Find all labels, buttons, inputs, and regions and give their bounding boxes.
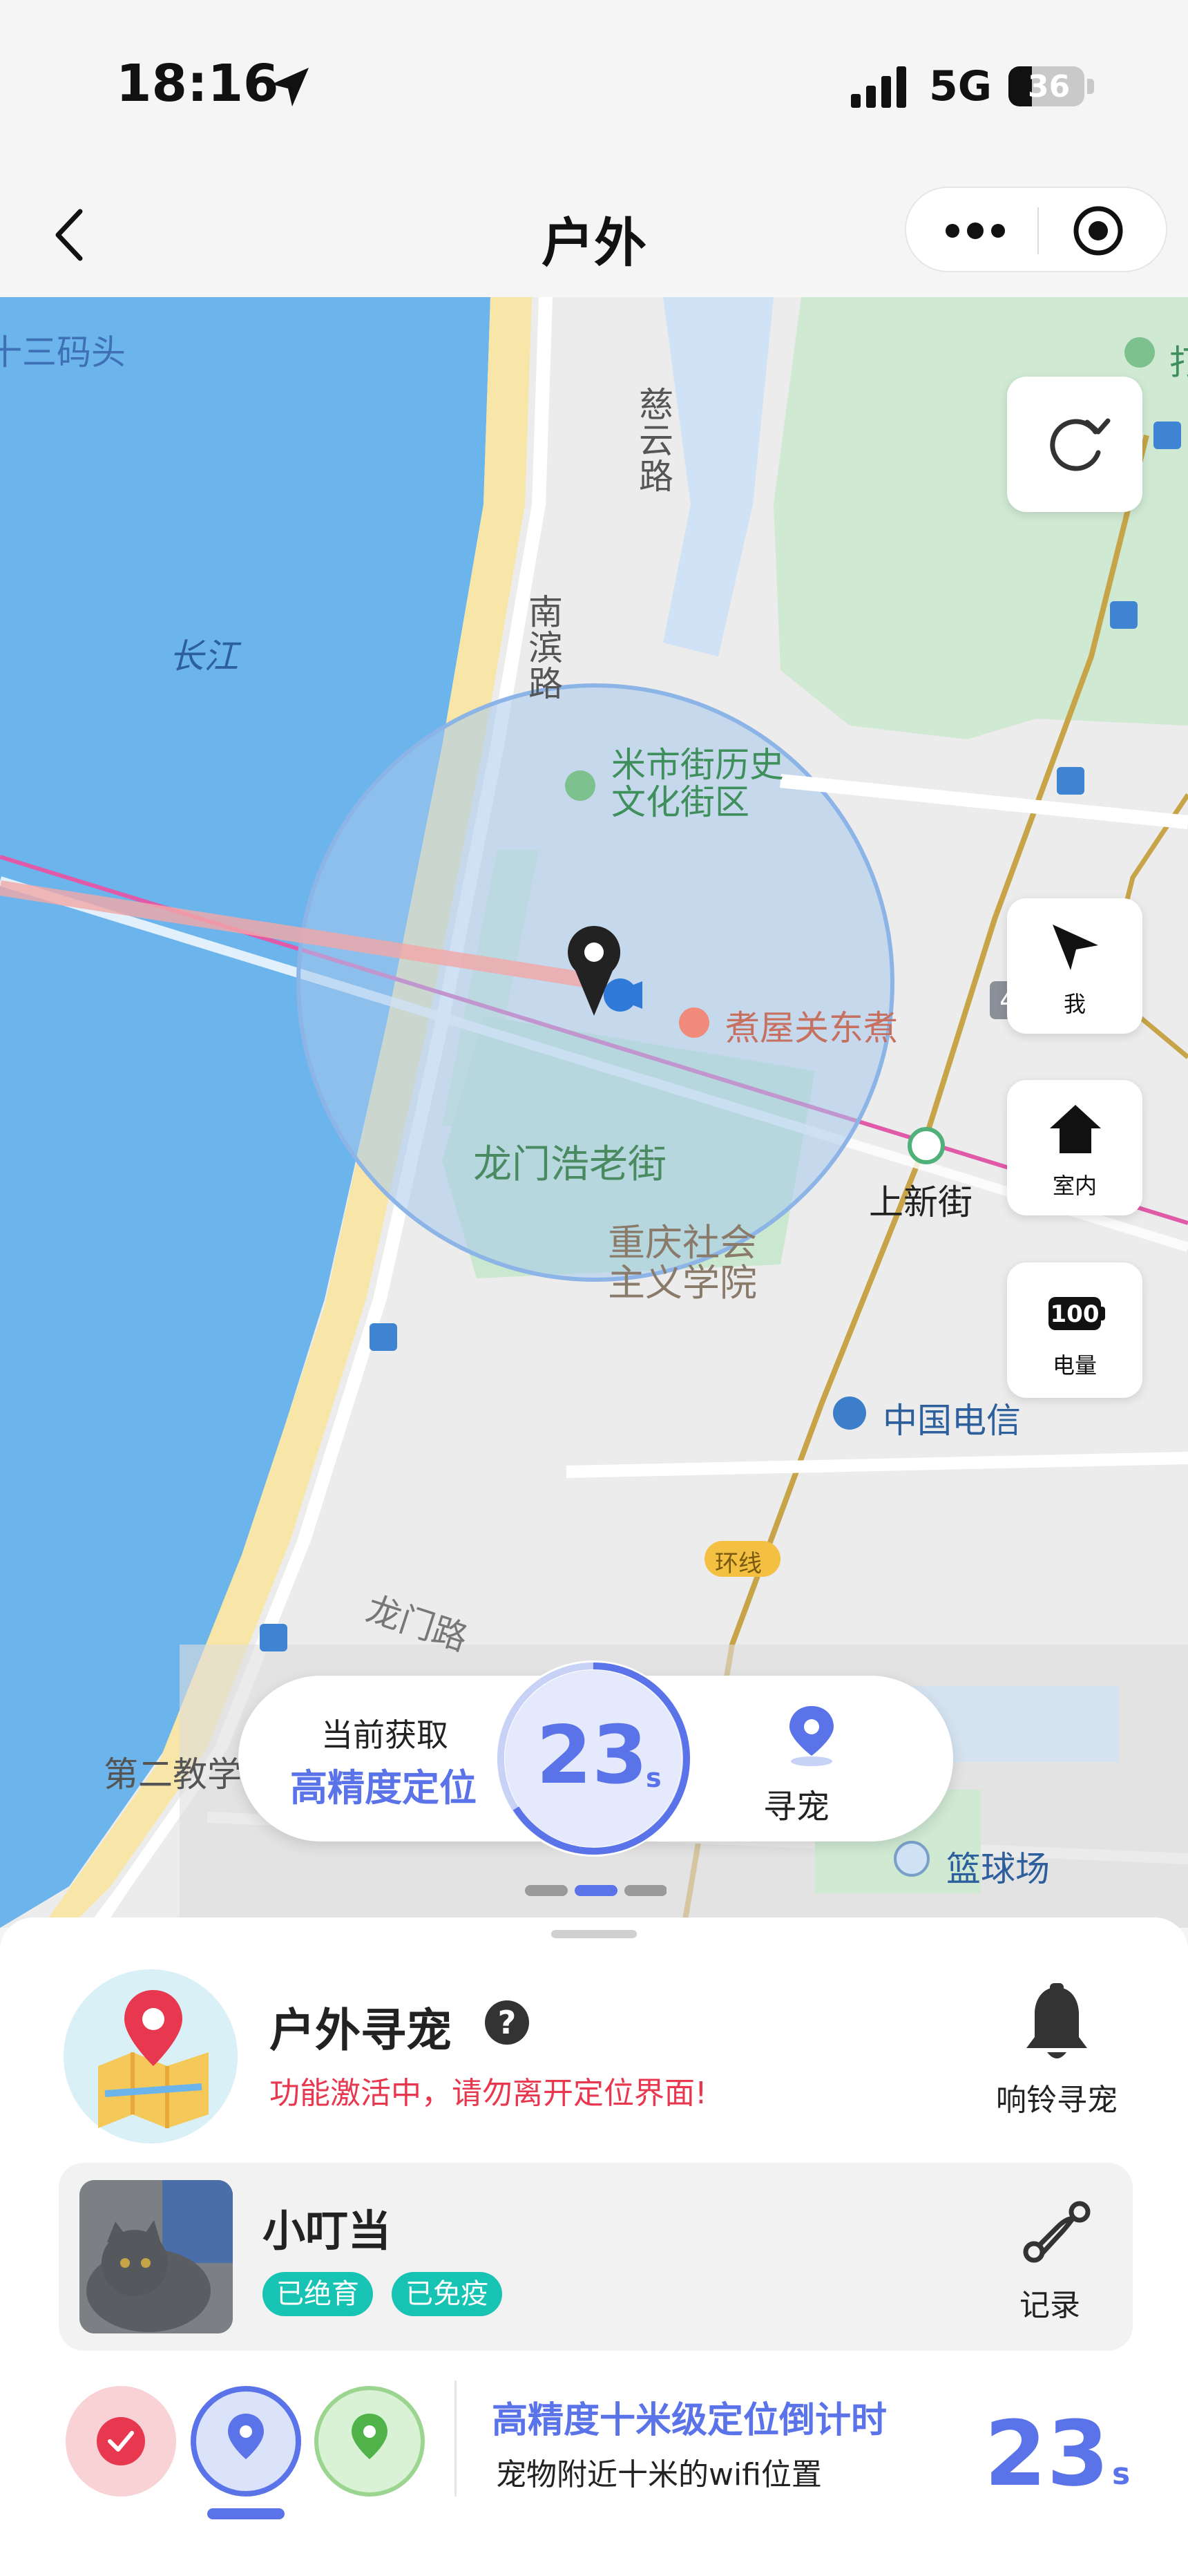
- record-path-icon[interactable]: [1019, 2194, 1095, 2270]
- info-seconds: 23: [984, 2401, 1109, 2506]
- divider: [454, 2380, 457, 2497]
- signal-icon: [851, 66, 906, 108]
- indoor-label: 室内: [1052, 1173, 1097, 1199]
- map-label-road-nanbin: 南滨路: [528, 592, 563, 704]
- close-target-icon[interactable]: [1072, 205, 1124, 257]
- more-icon[interactable]: [944, 222, 1006, 239]
- tag-neutered: 已绝育: [262, 2272, 373, 2316]
- mode-selected-indicator: [207, 2508, 285, 2519]
- info-subtitle: 宠物附近十米的wifi位置: [496, 2457, 822, 2492]
- battery-level: 36: [1028, 69, 1071, 104]
- check-icon: [108, 2431, 134, 2452]
- miniapp-capsule: [905, 187, 1167, 272]
- map-label-court: 篮球场: [946, 1849, 1050, 1889]
- countdown-ring: 23 s: [495, 1660, 691, 1857]
- indoor-button[interactable]: 室内: [1007, 1080, 1142, 1215]
- pet-name: 小叮当: [262, 2206, 392, 2256]
- map-label-school: 第二教学: [104, 1754, 242, 1794]
- page-indicator: [525, 1885, 667, 1896]
- locate-me-button[interactable]: 我: [1007, 898, 1142, 1034]
- find-pet-pin-icon: [789, 1706, 834, 1766]
- navigation-arrow-icon: [1053, 925, 1098, 970]
- map-label-telecom: 中国电信: [883, 1401, 1021, 1441]
- countdown-pill: 当前获取 高精度定位 23 s 寻宠: [238, 1660, 953, 1857]
- map-label-edge: 打: [1169, 343, 1188, 383]
- map-label-old-street: 龙门浩老街: [473, 1142, 667, 1187]
- outdoor-map-icon: [64, 1969, 238, 2143]
- mode-high-precision[interactable]: [191, 2386, 301, 2497]
- tag-vaccinated: 已免疫: [392, 2272, 502, 2316]
- locate-me-label: 我: [1063, 991, 1086, 1017]
- pet-photo: [79, 2180, 233, 2333]
- pill-line1: 当前获取: [321, 1716, 448, 1754]
- battery-value: 100: [1050, 1300, 1100, 1328]
- home-icon: [1050, 1105, 1101, 1153]
- map-label-restaurant: 煮屋关东煮: [725, 1008, 898, 1048]
- sheet-handle[interactable]: [551, 1930, 637, 1938]
- info-title: 高精度十米级定位倒计时: [492, 2400, 888, 2441]
- battery-icon: 36: [1008, 66, 1084, 106]
- pill-unit: s: [646, 1763, 662, 1793]
- status-bar: 18:16 5G 36: [0, 0, 1188, 173]
- battery-button[interactable]: 100 电量: [1007, 1262, 1142, 1398]
- green-pin-icon: [352, 2414, 387, 2459]
- info-unit: s: [1112, 2456, 1131, 2492]
- help-icon[interactable]: ?: [485, 2000, 529, 2045]
- battery-label: 电量: [1052, 1352, 1097, 1379]
- pin-icon: [228, 2414, 264, 2459]
- status-time: 18:16: [116, 54, 279, 113]
- bell-icon[interactable]: [1022, 1983, 1091, 2066]
- mode-wifi[interactable]: [314, 2386, 425, 2497]
- map-label-ring-line: 环线: [715, 1550, 762, 1578]
- refresh-button[interactable]: [1007, 377, 1142, 512]
- warning-text: 功能激活中，请勿离开定位界面!: [269, 2076, 707, 2111]
- map-label-road-ciyun: 慈云路: [639, 385, 673, 497]
- map-label-station: 上新街: [869, 1182, 973, 1222]
- network-type: 5G: [929, 62, 992, 111]
- mode-basic[interactable]: [66, 2386, 176, 2497]
- map-label-pier: 十三码头: [0, 332, 126, 372]
- location-arrow-icon: [271, 68, 309, 106]
- map-label-river: 长江: [169, 636, 238, 676]
- record-button[interactable]: 记录: [991, 2280, 1109, 2324]
- pet-card[interactable]: 小叮当 已绝育 已免疫 记录: [59, 2163, 1133, 2351]
- sheet-title: 户外寻宠: [269, 2004, 452, 2057]
- refresh-icon: [1050, 418, 1111, 471]
- pill-line2: 高精度定位: [290, 1766, 477, 1810]
- ring-pet-button[interactable]: 响铃寻宠: [967, 2075, 1147, 2119]
- map-label-historic: 米市街历史 文化街区: [611, 745, 784, 822]
- nav-bar: 户外: [0, 173, 1188, 297]
- map-label-academy: 重庆社会 主义学院: [608, 1221, 757, 1305]
- find-pet-button[interactable]: 寻宠: [763, 1779, 830, 1828]
